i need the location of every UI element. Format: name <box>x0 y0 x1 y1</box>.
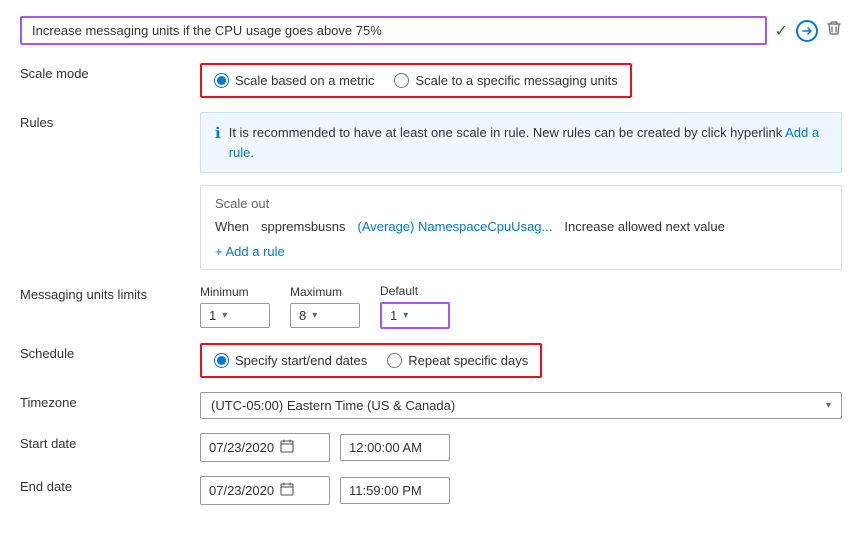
col-metric: (Average) NamespaceCpuUsag... <box>358 219 553 234</box>
end-date-input[interactable]: 07/23/2020 <box>200 476 330 505</box>
scale-mode-label: Scale mode <box>20 63 200 81</box>
maximum-select[interactable]: 8 ▾ <box>290 303 360 328</box>
schedule-row: Schedule Specify start/end dates Repeat … <box>20 343 842 378</box>
timezone-chevron: ▾ <box>826 400 831 411</box>
maximum-label: Maximum <box>290 285 360 299</box>
messaging-units-row: Messaging units limits Minimum 1 ▾ Maxim… <box>20 284 842 329</box>
scale-specific-label: Scale to a specific messaging units <box>415 73 617 88</box>
minimum-label: Minimum <box>200 285 270 299</box>
timezone-select[interactable]: (UTC-05:00) Eastern Time (US & Canada) ▾ <box>200 392 842 419</box>
col-resource: sppremsbusns <box>261 219 346 234</box>
rules-info-box: ℹ It is recommended to have at least one… <box>200 112 842 173</box>
start-date-calendar-icon <box>280 439 294 456</box>
specify-dates-label: Specify start/end dates <box>235 353 367 368</box>
minimum-group: Minimum 1 ▾ <box>200 285 270 328</box>
title-row: ✓ <box>20 16 842 45</box>
timezone-row: Timezone (UTC-05:00) Eastern Time (US & … <box>20 392 842 419</box>
timezone-content: (UTC-05:00) Eastern Time (US & Canada) ▾ <box>200 392 842 419</box>
limits-row: Minimum 1 ▾ Maximum 8 ▾ Default <box>200 284 842 329</box>
end-date-content: 07/23/2020 11:59:00 PM <box>200 476 842 505</box>
scale-metric-radio[interactable] <box>214 73 229 88</box>
end-time-input[interactable]: 11:59:00 PM <box>340 477 450 504</box>
end-date-row: End date 07/23/2020 11:59:00 PM <box>20 476 842 505</box>
default-value: 1 <box>390 308 397 323</box>
start-date-content: 07/23/2020 12:00:00 AM <box>200 433 842 462</box>
timezone-value: (UTC-05:00) Eastern Time (US & Canada) <box>211 398 455 413</box>
info-suffix: . <box>250 145 254 160</box>
repeat-days-label: Repeat specific days <box>408 353 528 368</box>
col-when: When <box>215 219 249 234</box>
end-date-value: 07/23/2020 <box>209 483 274 498</box>
start-date-fields: 07/23/2020 12:00:00 AM <box>200 433 842 462</box>
default-label: Default <box>380 284 450 298</box>
minimum-value: 1 <box>209 308 216 323</box>
start-date-label: Start date <box>20 433 200 451</box>
condition-title-input[interactable] <box>20 16 767 45</box>
maximum-chevron: ▾ <box>312 310 317 321</box>
scale-mode-box: Scale based on a metric Scale to a speci… <box>200 63 632 98</box>
start-date-value: 07/23/2020 <box>209 440 274 455</box>
col-action: Increase allowed next value <box>564 219 724 234</box>
rules-content: ℹ It is recommended to have at least one… <box>200 112 842 270</box>
next-icon[interactable] <box>796 20 818 42</box>
timezone-label: Timezone <box>20 392 200 410</box>
schedule-content: Specify start/end dates Repeat specific … <box>200 343 842 378</box>
default-group: Default 1 ▾ <box>380 284 450 329</box>
start-time-value: 12:00:00 AM <box>349 440 422 455</box>
default-select[interactable]: 1 ▾ <box>380 302 450 329</box>
rules-info-text: It is recommended to have at least one s… <box>229 123 827 162</box>
minimum-chevron: ▾ <box>222 310 227 321</box>
maximum-value: 8 <box>299 308 306 323</box>
add-rule-link[interactable]: + Add a rule <box>215 244 285 259</box>
rules-info-message: It is recommended to have at least one s… <box>229 125 783 140</box>
rules-row: Rules ℹ It is recommended to have at lea… <box>20 112 842 270</box>
start-date-input[interactable]: 07/23/2020 <box>200 433 330 462</box>
start-date-row: Start date 07/23/2020 12:00:00 AM <box>20 433 842 462</box>
scale-mode-row: Scale mode Scale based on a metric Scale… <box>20 63 842 98</box>
end-date-calendar-icon <box>280 482 294 499</box>
scale-out-title: Scale out <box>215 196 827 211</box>
start-time-input[interactable]: 12:00:00 AM <box>340 434 450 461</box>
scale-specific-radio[interactable] <box>394 73 409 88</box>
scale-metric-label: Scale based on a metric <box>235 73 374 88</box>
info-icon: ℹ <box>215 124 221 142</box>
scale-out-section: Scale out When sppremsbusns (Average) Na… <box>200 185 842 270</box>
rules-label: Rules <box>20 112 200 130</box>
minimum-select[interactable]: 1 ▾ <box>200 303 270 328</box>
maximum-group: Maximum 8 ▾ <box>290 285 360 328</box>
repeat-days-radio[interactable] <box>387 353 402 368</box>
end-time-value: 11:59:00 PM <box>349 483 422 498</box>
confirm-icon[interactable]: ✓ <box>775 21 788 41</box>
messaging-units-content: Minimum 1 ▾ Maximum 8 ▾ Default <box>200 284 842 329</box>
default-chevron: ▾ <box>403 310 408 321</box>
scale-mode-content: Scale based on a metric Scale to a speci… <box>200 63 842 98</box>
scale-table-row: When sppremsbusns (Average) NamespaceCpu… <box>215 219 827 234</box>
end-date-fields: 07/23/2020 11:59:00 PM <box>200 476 842 505</box>
delete-icon[interactable] <box>826 20 842 41</box>
schedule-box: Specify start/end dates Repeat specific … <box>200 343 542 378</box>
end-date-label: End date <box>20 476 200 494</box>
schedule-label: Schedule <box>20 343 200 361</box>
specify-dates-radio[interactable] <box>214 353 229 368</box>
messaging-units-label: Messaging units limits <box>20 284 200 302</box>
scale-metric-option[interactable]: Scale based on a metric <box>214 73 374 88</box>
scale-specific-option[interactable]: Scale to a specific messaging units <box>394 73 617 88</box>
specify-dates-option[interactable]: Specify start/end dates <box>214 353 367 368</box>
repeat-days-option[interactable]: Repeat specific days <box>387 353 528 368</box>
